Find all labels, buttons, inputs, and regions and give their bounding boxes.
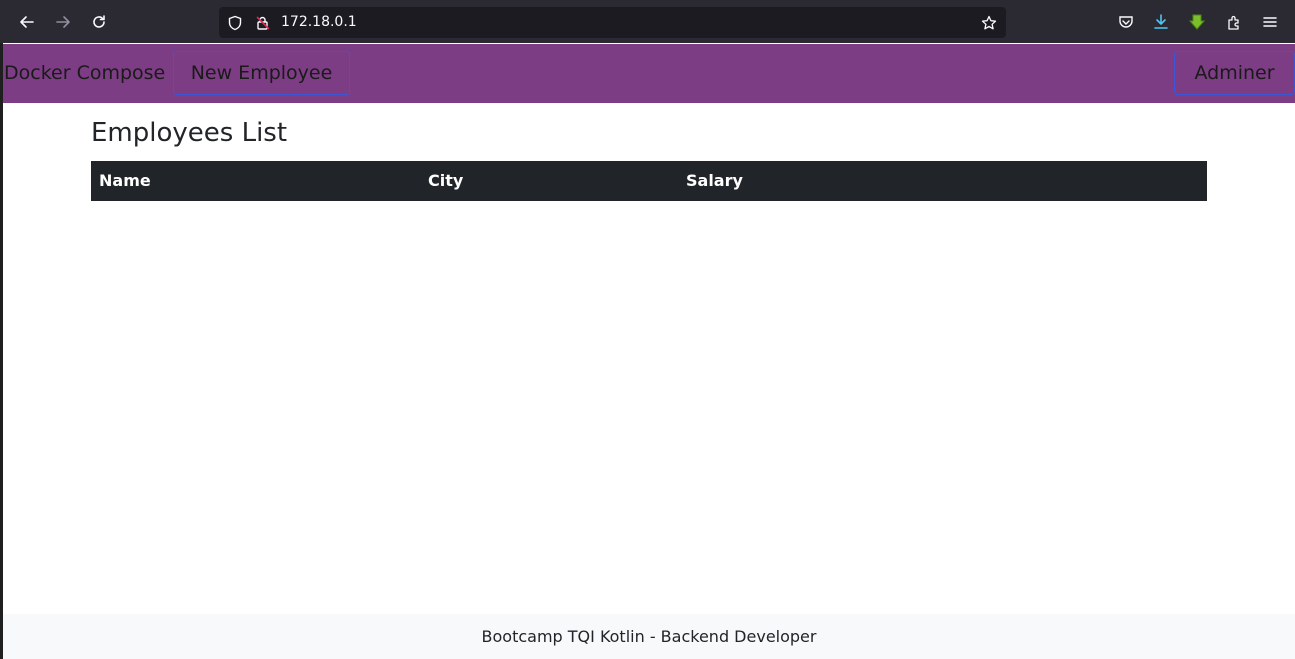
browser-toolbar: 172.18.0.1: [0, 0, 1295, 43]
column-header-city: City: [428, 171, 464, 190]
window-edge: [0, 43, 3, 659]
insecure-lock-icon[interactable]: [253, 13, 273, 33]
arrow-left-icon[interactable]: [14, 9, 40, 35]
employees-table: Name City Salary: [91, 161, 1207, 201]
new-employee-link[interactable]: New Employee: [173, 51, 350, 95]
app-navbar: Docker Compose New Employee Adminer: [3, 44, 1295, 103]
page-footer: Bootcamp TQI Kotlin - Backend Developer: [3, 614, 1295, 659]
shield-icon[interactable]: [225, 13, 245, 33]
reload-icon[interactable]: [86, 9, 112, 35]
page-title: Employees List: [91, 118, 288, 148]
download-icon[interactable]: [1148, 9, 1174, 35]
extension-green-icon[interactable]: [1184, 9, 1210, 35]
column-header-salary: Salary: [686, 171, 743, 190]
bookmark-star-icon[interactable]: [979, 13, 999, 33]
column-header-name: Name: [99, 171, 151, 190]
pocket-icon[interactable]: [1113, 9, 1139, 35]
address-bar[interactable]: 172.18.0.1: [219, 7, 1006, 38]
navbar-brand[interactable]: Docker Compose: [4, 44, 165, 103]
arrow-right-icon[interactable]: [50, 9, 76, 35]
url-text[interactable]: 172.18.0.1: [281, 7, 357, 38]
hamburger-menu-icon[interactable]: [1257, 9, 1283, 35]
adminer-link[interactable]: Adminer: [1174, 51, 1295, 95]
puzzle-icon[interactable]: [1221, 9, 1247, 35]
